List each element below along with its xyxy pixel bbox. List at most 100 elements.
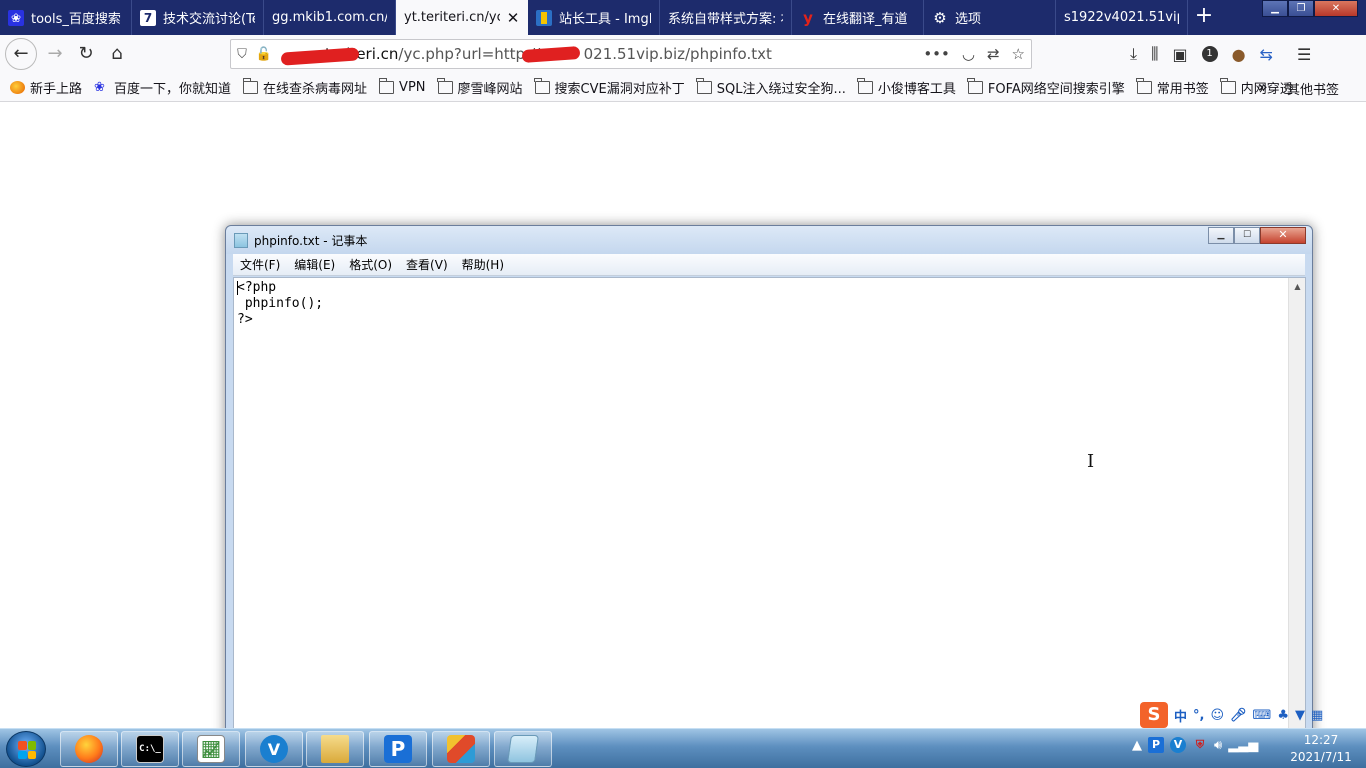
tab-youdao[interactable]: y 在线翻译_有道 [792, 0, 924, 35]
v-logo-tray-icon[interactable]: V [1170, 737, 1186, 753]
downloads-icon[interactable]: ⤓ [1130, 44, 1137, 64]
bookmark-folder[interactable]: VPN [378, 77, 426, 95]
emoji-icon[interactable]: ☺ [1210, 708, 1224, 723]
taskbar-clock[interactable]: 12:27 2021/7/11 [1283, 732, 1359, 766]
menu-help[interactable]: 帮助(H) [462, 256, 504, 273]
scroll-up-arrow-icon[interactable]: ▲ [1289, 278, 1306, 295]
ime-grid-menu-icon[interactable]: ▦ [1311, 708, 1323, 723]
youdao-icon: y [803, 8, 813, 27]
tab-tech-discussion[interactable]: 7 技术交流讨论(Te [132, 0, 264, 35]
folder-icon [1136, 77, 1152, 94]
toolbar-right: ⤓ ⫼ ▣ 1 ● ⇆ ☰ [1130, 35, 1311, 73]
notepad-content[interactable]: <?php phpinfo(); ?> [237, 280, 323, 328]
skin-icon[interactable]: ♣ [1277, 708, 1289, 723]
back-button[interactable]: ← [5, 38, 37, 70]
tab-chinaz[interactable]: 站长工具 - ImgB [528, 0, 660, 35]
bookmark-folder[interactable]: 廖雪峰网站 [437, 77, 523, 97]
bookmark-item[interactable]: 新手上路 [10, 78, 82, 97]
bookmark-folder[interactable]: FOFA网络空间搜索引擎 [967, 77, 1125, 97]
tab-style-scheme[interactable]: 系统自带样式方案: 右 [660, 0, 792, 35]
translate-icon[interactable]: ⇄ [987, 45, 1000, 63]
hamburger-menu-icon[interactable]: ☰ [1297, 45, 1311, 64]
page-actions-menu-icon[interactable]: ••• [923, 45, 950, 63]
folder-icon [967, 77, 983, 94]
taskbar-firefox[interactable] [60, 731, 118, 767]
sidebar-icon[interactable]: ▣ [1172, 45, 1187, 64]
bookmark-folder[interactable]: 小俊博客工具 [857, 77, 956, 97]
library-icon[interactable]: ⫼ [1151, 44, 1158, 64]
tab-51vip[interactable]: s1922v4021.51vip.b [1056, 0, 1188, 35]
close-window-icon[interactable]: ✕ [1314, 0, 1358, 17]
bookmark-star-icon[interactable]: ☆ [1012, 45, 1025, 63]
insecure-connection-icon[interactable]: 🔓 [253, 47, 275, 62]
taskbar-cube-app[interactable] [432, 731, 490, 767]
bookmark-folder[interactable]: 搜索CVE漏洞对应补丁 [534, 77, 685, 97]
chart-app-icon: 📈︎ [197, 735, 225, 763]
vertical-scrollbar[interactable]: ▲ [1288, 278, 1305, 744]
bookmark-label: SQL注入绕过安全狗... [716, 81, 846, 97]
close-window-icon[interactable]: ✕ [1260, 227, 1306, 244]
tab-label: 在线翻译_有道 [823, 12, 908, 27]
pocket-icon[interactable]: ◡ [962, 45, 975, 63]
url-text[interactable]: teriteri.cn/yc.php?url=http://s1 021.51vi… [279, 45, 772, 66]
reload-button[interactable]: ↻ [71, 39, 101, 69]
tracking-protection-shield-icon[interactable]: ⛉ [231, 47, 253, 62]
bookmark-label: 新手上路 [30, 81, 83, 97]
tab-options[interactable]: ⚙ 选项 [924, 0, 1056, 35]
gear-icon: ⚙ [933, 8, 947, 27]
minimize-icon[interactable]: ▁ [1262, 0, 1288, 17]
notepad-titlebar[interactable]: phpinfo.txt - 记事本 ▁ ☐ ✕ [226, 226, 1312, 254]
translate-extension-icon[interactable]: ⇆ [1260, 45, 1273, 64]
taskbar-chart-app[interactable]: 📈︎ [182, 731, 240, 767]
bookmark-folder[interactable]: SQL注入绕过安全狗... [696, 77, 846, 97]
cookie-icon[interactable]: ● [1232, 45, 1246, 64]
taskbar-cmd[interactable]: C:\_ [121, 731, 179, 767]
maximize-icon[interactable]: ☐ [1234, 227, 1260, 244]
tab-active-teriteri[interactable]: yt.teriteri.cn/yc.p ✕ [396, 0, 528, 35]
tab-gg-mkib1[interactable]: gg.mkib1.com.cn/yc [264, 0, 396, 35]
taskbar-explorer[interactable] [306, 731, 364, 767]
keyboard-icon[interactable]: ⌨ [1253, 708, 1272, 723]
tab-label: yt.teriteri.cn/yc.p [404, 10, 500, 25]
restore-icon[interactable]: ❐ [1288, 0, 1314, 17]
notepad-text-area[interactable]: <?php phpinfo(); ?> ▲ [233, 277, 1306, 745]
menu-view[interactable]: 查看(V) [406, 256, 448, 273]
menu-file[interactable]: 文件(F) [240, 256, 280, 273]
forward-button[interactable]: → [40, 39, 70, 69]
home-button[interactable]: ⌂ [102, 39, 132, 69]
taskbar-notepad[interactable] [494, 731, 552, 767]
volume-icon[interactable]: 🔊︎ [1214, 738, 1222, 753]
address-bar[interactable]: ⛉ 🔓 teriteri.cn/yc.php?url=http://s1 021.… [230, 39, 1032, 69]
taskbar-p-app[interactable]: P [369, 731, 427, 767]
tab-label: 选项 [955, 12, 982, 27]
folder-icon [321, 735, 349, 763]
windows-taskbar: C:\_ 📈︎ V P ▲ P V ⛨ 🔊︎ ▂▃▅ 12:27 2021/7/… [0, 728, 1366, 768]
minimize-icon[interactable]: ▁ [1208, 227, 1234, 244]
shirt-icon[interactable]: ▼ [1295, 708, 1305, 723]
sogou-ime-logo-icon[interactable]: S [1140, 702, 1168, 728]
taskbar-v-app[interactable]: V [245, 731, 303, 767]
bookmark-item[interactable]: ❀ 百度一下，你就知道 [94, 78, 231, 97]
show-hidden-icons-chevron-icon[interactable]: ▲ [1132, 738, 1142, 753]
p-logo-tray-icon[interactable]: P [1148, 737, 1164, 753]
ime-punctuation-toggle[interactable]: °, [1193, 708, 1204, 723]
microphone-icon[interactable]: 🎤︎ [1230, 708, 1247, 723]
tab-label: tools_百度搜索 [31, 12, 121, 27]
new-tab-button[interactable]: + [1190, 4, 1218, 30]
other-bookmarks-folder[interactable]: 其他书签 [1284, 79, 1339, 98]
menu-format[interactable]: 格式(O) [349, 256, 392, 273]
ime-language-toggle[interactable]: 中 [1174, 706, 1187, 725]
tab-baidu-search[interactable]: ❀ tools_百度搜索 [0, 0, 132, 35]
network-security-icon[interactable]: ⛨ [1192, 737, 1208, 753]
start-button[interactable] [6, 731, 46, 767]
extension-badge-icon[interactable]: 1 [1201, 46, 1218, 62]
bookmark-folder[interactable]: 在线查杀病毒网址 [242, 77, 367, 97]
bookmark-folder[interactable]: 常用书签 [1136, 77, 1209, 97]
bookmarks-overflow-chevron-icon[interactable]: » [1258, 77, 1268, 96]
tab-label: 技术交流讨论(Te [163, 12, 255, 27]
bookmark-folder[interactable]: 内网穿透 [1220, 77, 1293, 97]
menu-edit[interactable]: 编辑(E) [294, 256, 335, 273]
bookmark-label: 搜索CVE漏洞对应补丁 [554, 81, 685, 97]
close-tab-icon[interactable]: ✕ [506, 9, 520, 27]
signal-bars-icon[interactable]: ▂▃▅ [1228, 738, 1258, 753]
